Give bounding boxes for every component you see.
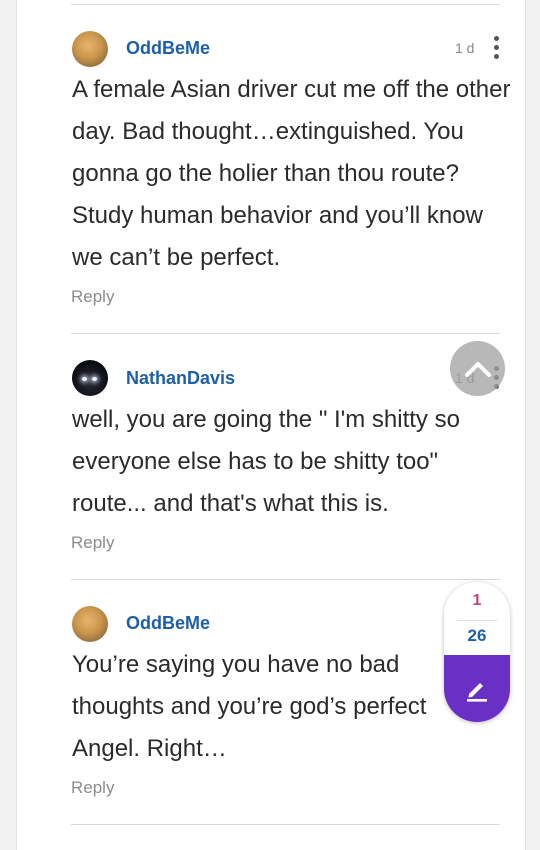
comment-text: You’re saying you have no bad thoughts a… [72, 651, 427, 762]
widget-divider [457, 620, 497, 621]
divider [71, 4, 500, 5]
notification-count[interactable]: 1 [444, 592, 510, 610]
comment-count[interactable]: 26 [444, 626, 510, 646]
reply-button[interactable]: Reply [71, 778, 114, 798]
reply-button[interactable]: Reply [71, 533, 114, 553]
compose-button[interactable] [444, 655, 510, 722]
comment-username[interactable]: OddBeMe [126, 38, 210, 59]
more-options-icon[interactable] [490, 36, 502, 62]
avatar[interactable] [72, 606, 108, 642]
comment-timestamp: 1 d [455, 40, 475, 56]
comment-text: A female Asian driver cut me off the oth… [72, 76, 511, 271]
chevron-up-icon [464, 361, 491, 377]
pencil-icon [467, 682, 487, 702]
divider [71, 579, 500, 580]
avatar[interactable] [72, 360, 108, 396]
comment-username[interactable]: OddBeMe [126, 613, 210, 634]
avatar-eye [92, 377, 97, 381]
scroll-to-top-button[interactable] [450, 341, 505, 396]
divider [71, 333, 500, 334]
divider [71, 824, 500, 825]
avatar-eye [82, 377, 87, 381]
comment-count-widget: 1 26 [444, 582, 510, 722]
reply-button[interactable]: Reply [71, 287, 114, 307]
comment-username[interactable]: NathanDavis [126, 368, 235, 389]
avatar[interactable] [72, 31, 108, 67]
comment-text: well, you are going the " I'm shitty so … [72, 406, 460, 517]
